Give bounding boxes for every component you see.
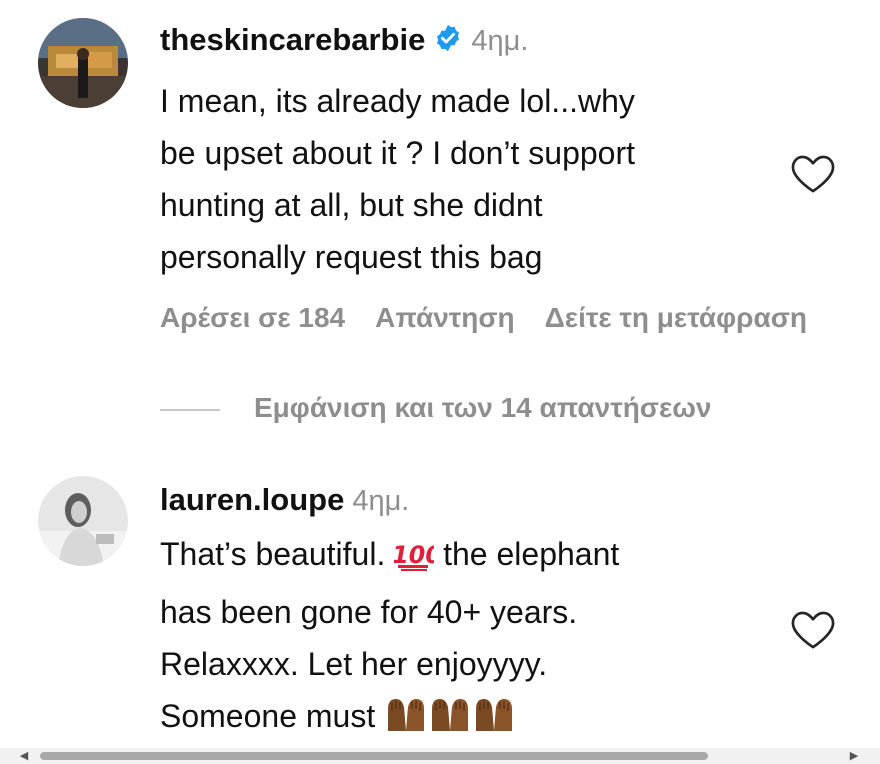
- comment-text: That’s beautiful. 100 the elephant has b…: [160, 528, 760, 748]
- comment-line: personally request this bag: [160, 239, 543, 275]
- scroll-right-arrow-icon[interactable]: ▶: [846, 748, 862, 764]
- comment-line: hunting at all, but she didnt: [160, 187, 543, 223]
- avatar-photo: [38, 476, 128, 566]
- timestamp: 4ημ.: [352, 485, 410, 517]
- like-heart-icon[interactable]: [790, 152, 836, 194]
- likes-count-link[interactable]: Αρέσει σε 184: [160, 302, 345, 333]
- svg-text:100: 100: [394, 541, 434, 569]
- view-replies-button[interactable]: Εμφάνιση και των 14 απαντήσεων: [160, 392, 711, 424]
- comment-line: has been gone for 40+ years.: [160, 594, 578, 630]
- comment-line: Relaxxxx. Let her enjoyyyy.: [160, 646, 548, 682]
- comment-text: I mean, its already made lol...why be up…: [160, 75, 760, 283]
- scroll-left-arrow-icon[interactable]: ◀: [16, 748, 32, 764]
- replies-divider-line: [160, 408, 220, 411]
- like-heart-icon[interactable]: [790, 608, 836, 650]
- username[interactable]: lauren.loupe: [160, 482, 344, 517]
- timestamp: 4ημ.: [471, 25, 529, 57]
- avatar-photo: [38, 18, 128, 108]
- avatar-theskincarebarbie[interactable]: [38, 18, 128, 108]
- hundred-points-emoji: 100: [390, 534, 445, 586]
- raised-hands-emoji: [472, 695, 516, 748]
- reply-button[interactable]: Απάντηση: [375, 302, 515, 333]
- raised-hands-emoji: [384, 695, 428, 748]
- comment-line: That’s beautiful. 100 the elephant: [160, 528, 760, 586]
- comment-line: I mean, its already made lol...why: [160, 83, 635, 119]
- horizontal-scrollbar[interactable]: ◀ ▶: [0, 748, 880, 764]
- view-replies-label: Εμφάνιση και των 14 απαντήσεων: [254, 392, 712, 423]
- comment-text-part: the elephant: [443, 536, 620, 572]
- comment-text-part: Someone must: [160, 698, 376, 734]
- comment-actions: Αρέσει σε 184 Απάντηση Δείτε τη μετάφραση: [160, 302, 837, 334]
- raised-hands-emoji: [428, 695, 472, 748]
- comment-text-part: That’s beautiful.: [160, 536, 386, 572]
- avatar-lauren-loupe[interactable]: [38, 476, 128, 566]
- comment-line: be upset about it ? I don’t support: [160, 135, 635, 171]
- see-translation-button[interactable]: Δείτε τη μετάφραση: [545, 302, 807, 333]
- username[interactable]: theskincarebarbie: [160, 22, 425, 57]
- verified-badge-icon: [433, 23, 463, 58]
- comment-line: Someone must: [160, 690, 760, 748]
- scrollbar-thumb[interactable]: [40, 752, 708, 760]
